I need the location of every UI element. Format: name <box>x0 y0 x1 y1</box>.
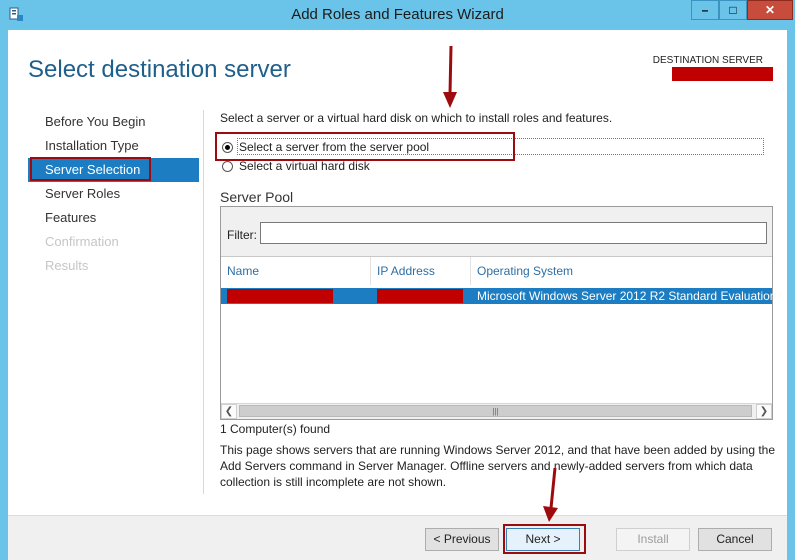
maximize-icon: □ <box>729 3 737 17</box>
server-name-redaction <box>227 289 333 303</box>
nav-item-results: Results <box>45 258 89 273</box>
close-icon: ✕ <box>764 3 776 17</box>
horizontal-scrollbar[interactable]: ❮ ||| ❯ <box>221 403 772 419</box>
column-header-ip-address[interactable]: IP Address <box>371 257 471 285</box>
destination-server-label: DESTINATION SERVER <box>652 55 763 66</box>
radio-button-unselected[interactable] <box>222 160 233 172</box>
annotation-box-next-button <box>503 524 586 554</box>
nav-item-server-roles[interactable]: Server Roles <box>28 182 199 206</box>
column-header-operating-system[interactable]: Operating System <box>471 257 772 285</box>
page-title: Select destination server <box>28 56 291 83</box>
annotation-arrow-top <box>443 45 457 108</box>
minimize-icon: – <box>701 3 709 17</box>
annotation-box-server-selection <box>30 157 151 181</box>
column-header-name[interactable]: Name <box>221 257 371 285</box>
scroll-right-icon[interactable]: ❯ <box>756 404 772 419</box>
wizard-client-area: Select destination server DESTINATION SE… <box>8 30 787 560</box>
nav-item-before-you-begin[interactable]: Before You Begin <box>28 110 199 134</box>
destination-server-redaction <box>672 67 773 81</box>
row-operating-system: Microsoft Windows Server 2012 R2 Standar… <box>477 289 777 303</box>
window-title: Add Roles and Features Wizard <box>291 6 504 23</box>
nav-item-features[interactable]: Features <box>28 206 199 230</box>
annotation-arrow-bottom <box>543 467 558 522</box>
previous-button[interactable]: < Previous <box>425 528 499 551</box>
wizard-window: Add Roles and Features Wizard – □ ✕ Sele… <box>0 0 795 560</box>
table-row[interactable]: Microsoft Windows Server 2012 R2 Standar… <box>221 288 776 304</box>
cancel-button[interactable]: Cancel <box>698 528 772 551</box>
title-bar[interactable]: Add Roles and Features Wizard – □ ✕ <box>0 0 795 30</box>
description-text: This page shows servers that are running… <box>220 443 776 489</box>
wizard-nav: Before You Begin Installation Type Serve… <box>28 110 199 278</box>
computer-count: 1 Computer(s) found <box>220 422 331 436</box>
instruction-text: Select a server or a virtual hard disk o… <box>220 111 613 125</box>
scroll-left-icon[interactable]: ❮ <box>221 404 237 419</box>
nav-item-confirmation: Confirmation <box>45 234 119 249</box>
button-bar: < Previous Next > Install Cancel <box>8 515 787 560</box>
nav-divider <box>203 110 204 494</box>
filter-label: Filter: <box>227 228 257 242</box>
minimize-button[interactable]: – <box>691 0 719 20</box>
annotation-box-server-pool-option <box>215 132 515 161</box>
ip-address-redaction <box>377 289 463 303</box>
server-pool-title: Server Pool <box>220 189 294 205</box>
grip-icon: ||| <box>492 406 499 416</box>
maximize-button[interactable]: □ <box>719 0 747 20</box>
server-pool-panel: Filter: Name IP Address Operating System… <box>220 206 776 420</box>
filter-input[interactable] <box>260 222 767 244</box>
filter-bar: Filter: <box>221 207 772 257</box>
scrollbar-thumb[interactable]: ||| <box>239 405 752 417</box>
install-button: Install <box>616 528 690 551</box>
radio-virtual-hard-disk-label: Select a virtual hard disk <box>239 159 370 173</box>
close-button[interactable]: ✕ <box>747 0 793 20</box>
nav-item-installation-type[interactable]: Installation Type <box>28 134 199 158</box>
